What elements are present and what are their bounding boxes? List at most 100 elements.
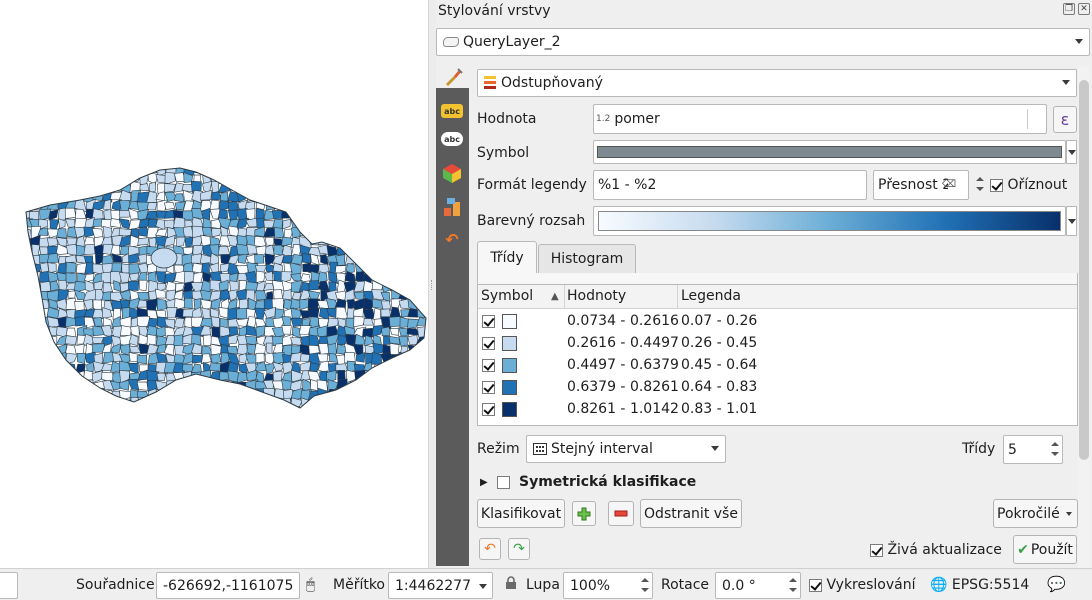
locator-input[interactable] <box>0 572 18 599</box>
legend-format-input[interactable]: %1 - %2 <box>593 170 867 200</box>
float-icon[interactable]: ❐ <box>1063 3 1075 15</box>
color-ramp-button[interactable] <box>593 206 1066 236</box>
col-header-symbol[interactable]: Symbol <box>481 288 533 304</box>
municipality-polygon <box>181 399 193 408</box>
magnifier-spinbox[interactable]: 100% <box>563 572 653 599</box>
class-visible-check[interactable] <box>482 381 495 394</box>
class-color-swatch[interactable] <box>502 336 517 351</box>
class-visible-check[interactable] <box>482 359 495 372</box>
color-ramp-menu-button[interactable] <box>1066 206 1077 236</box>
precision-spin[interactable] <box>975 170 987 200</box>
municipality-polygon <box>137 237 150 246</box>
3d-view-icon[interactable] <box>441 162 463 184</box>
symbol-menu-button[interactable] <box>1066 140 1077 164</box>
panel-splitter[interactable] <box>428 0 436 568</box>
add-class-button[interactable] <box>572 501 596 526</box>
remove-class-button[interactable] <box>608 501 634 526</box>
coordinate-toggle-icon[interactable]: 🖱 <box>306 575 315 593</box>
municipality-polygon <box>308 217 322 228</box>
class-values[interactable]: 0.0734 - 0.2616 <box>567 313 679 329</box>
clear-icon[interactable]: ⌫ <box>942 179 956 190</box>
rotation-spinbox[interactable]: 0.0 ° <box>715 572 801 599</box>
scrollbar-thumb[interactable] <box>1079 80 1089 460</box>
advanced-label: Pokročilé <box>997 505 1060 522</box>
messages-icon[interactable]: 💬 <box>1047 575 1066 593</box>
municipality-polygon <box>26 381 32 392</box>
col-header-values[interactable]: Hodnoty <box>567 288 626 304</box>
precision-spinbox[interactable]: Přesnost 2 ⌫ <box>873 170 969 200</box>
renderer-type-select[interactable]: Odstupňovaný <box>477 69 1077 97</box>
table-row[interactable]: 0.4497 - 0.6379 0.45 - 0.64 <box>478 355 1077 377</box>
layer-select[interactable]: QueryLayer_2 <box>436 28 1090 56</box>
value-field-select[interactable]: 1.2 pomer <box>593 104 1047 134</box>
symbol-button[interactable] <box>593 140 1066 164</box>
municipality-polygon <box>183 407 192 408</box>
labels-icon[interactable]: abc <box>441 104 463 118</box>
redo-button[interactable]: ↷ <box>508 538 530 560</box>
municipality-polygon <box>26 181 34 194</box>
municipality-polygon <box>272 407 282 408</box>
scale-combo[interactable]: 1:4462277 <box>388 572 493 599</box>
municipality-polygon <box>381 326 391 337</box>
crs-button[interactable]: 🌐 EPSG:5514 <box>930 577 1029 593</box>
class-values[interactable]: 0.2616 - 0.4497 <box>567 335 679 351</box>
class-values[interactable]: 0.6379 - 0.8261 <box>567 379 679 395</box>
undo-button[interactable]: ↶ <box>479 538 501 560</box>
municipality-polygon <box>329 172 338 184</box>
mode-select[interactable]: Stejný interval <box>526 435 726 463</box>
class-legend[interactable]: 0.26 - 0.45 <box>681 335 757 351</box>
tab-histogram[interactable]: Histogram <box>538 244 636 273</box>
class-legend[interactable]: 0.64 - 0.83 <box>681 379 757 395</box>
table-row[interactable]: 0.2616 - 0.4497 0.26 - 0.45 <box>478 333 1077 355</box>
diagrams-icon[interactable] <box>441 196 463 218</box>
expression-button[interactable]: ε <box>1053 106 1077 133</box>
municipality-polygon <box>326 219 340 230</box>
municipality-polygon <box>316 168 331 177</box>
classes-table[interactable]: Symbol ▲ Hodnoty Legenda 0.0734 - 0.2616… <box>477 284 1078 426</box>
render-checkbox[interactable]: Vykreslování <box>809 577 915 593</box>
symmetric-checkbox[interactable] <box>497 474 510 490</box>
close-icon[interactable]: ✕ <box>1078 3 1090 15</box>
class-legend[interactable]: 0.83 - 1.01 <box>681 401 757 417</box>
class-color-swatch[interactable] <box>502 380 517 395</box>
advanced-button[interactable]: Pokročilé <box>993 499 1078 528</box>
panel-scrollbar[interactable] <box>1078 66 1090 568</box>
class-values[interactable]: 0.4497 - 0.6379 <box>567 357 679 373</box>
class-legend[interactable]: 0.07 - 0.26 <box>681 313 757 329</box>
lock-icon[interactable] <box>505 576 517 594</box>
class-color-swatch[interactable] <box>502 402 517 417</box>
classify-button[interactable]: Klasifikovat <box>477 499 565 528</box>
class-color-swatch[interactable] <box>502 314 517 329</box>
municipality-polygon <box>389 254 400 264</box>
municipality-polygon <box>182 378 194 392</box>
tab-classes[interactable]: Třídy <box>477 241 537 274</box>
masks-icon[interactable]: abc <box>441 132 463 146</box>
municipality-polygon <box>57 378 70 390</box>
map-canvas[interactable] <box>0 0 428 568</box>
classes-count-spinbox[interactable]: 5 <box>1003 435 1063 464</box>
class-visible-check[interactable] <box>482 315 495 328</box>
municipality-polygon <box>317 281 330 293</box>
table-row[interactable]: 0.6379 - 0.8261 0.64 - 0.83 <box>478 377 1077 399</box>
col-header-legend[interactable]: Legenda <box>681 288 741 304</box>
class-visible-check[interactable] <box>482 337 495 350</box>
municipality-polygon <box>139 172 150 185</box>
municipality-polygon <box>31 316 43 329</box>
municipality-polygon <box>361 199 374 213</box>
table-row[interactable]: 0.0734 - 0.2616 0.07 - 0.26 <box>478 311 1077 333</box>
class-values[interactable]: 0.8261 - 1.0142 <box>567 401 679 417</box>
class-legend[interactable]: 0.45 - 0.64 <box>681 357 757 373</box>
remove-all-button[interactable]: Odstranit vše <box>640 499 742 528</box>
table-row[interactable]: 0.8261 - 1.0142 0.83 - 1.01 <box>478 399 1077 421</box>
municipality-polygon <box>389 380 401 393</box>
history-icon[interactable]: ↶ <box>441 228 463 250</box>
expand-arrow-icon[interactable]: ▶ <box>480 477 488 488</box>
apply-button[interactable]: ✔ Použít <box>1013 535 1077 564</box>
symbology-paintbrush-icon[interactable] <box>436 66 469 88</box>
class-color-swatch[interactable] <box>502 358 517 373</box>
municipality-polygon <box>85 168 97 176</box>
trim-checkbox[interactable]: Oříznout <box>990 177 1067 193</box>
live-update-checkbox[interactable]: Živá aktualizace <box>870 542 1002 558</box>
coordinate-field[interactable]: -626692,-1161075 <box>156 572 300 599</box>
class-visible-check[interactable] <box>482 403 495 416</box>
